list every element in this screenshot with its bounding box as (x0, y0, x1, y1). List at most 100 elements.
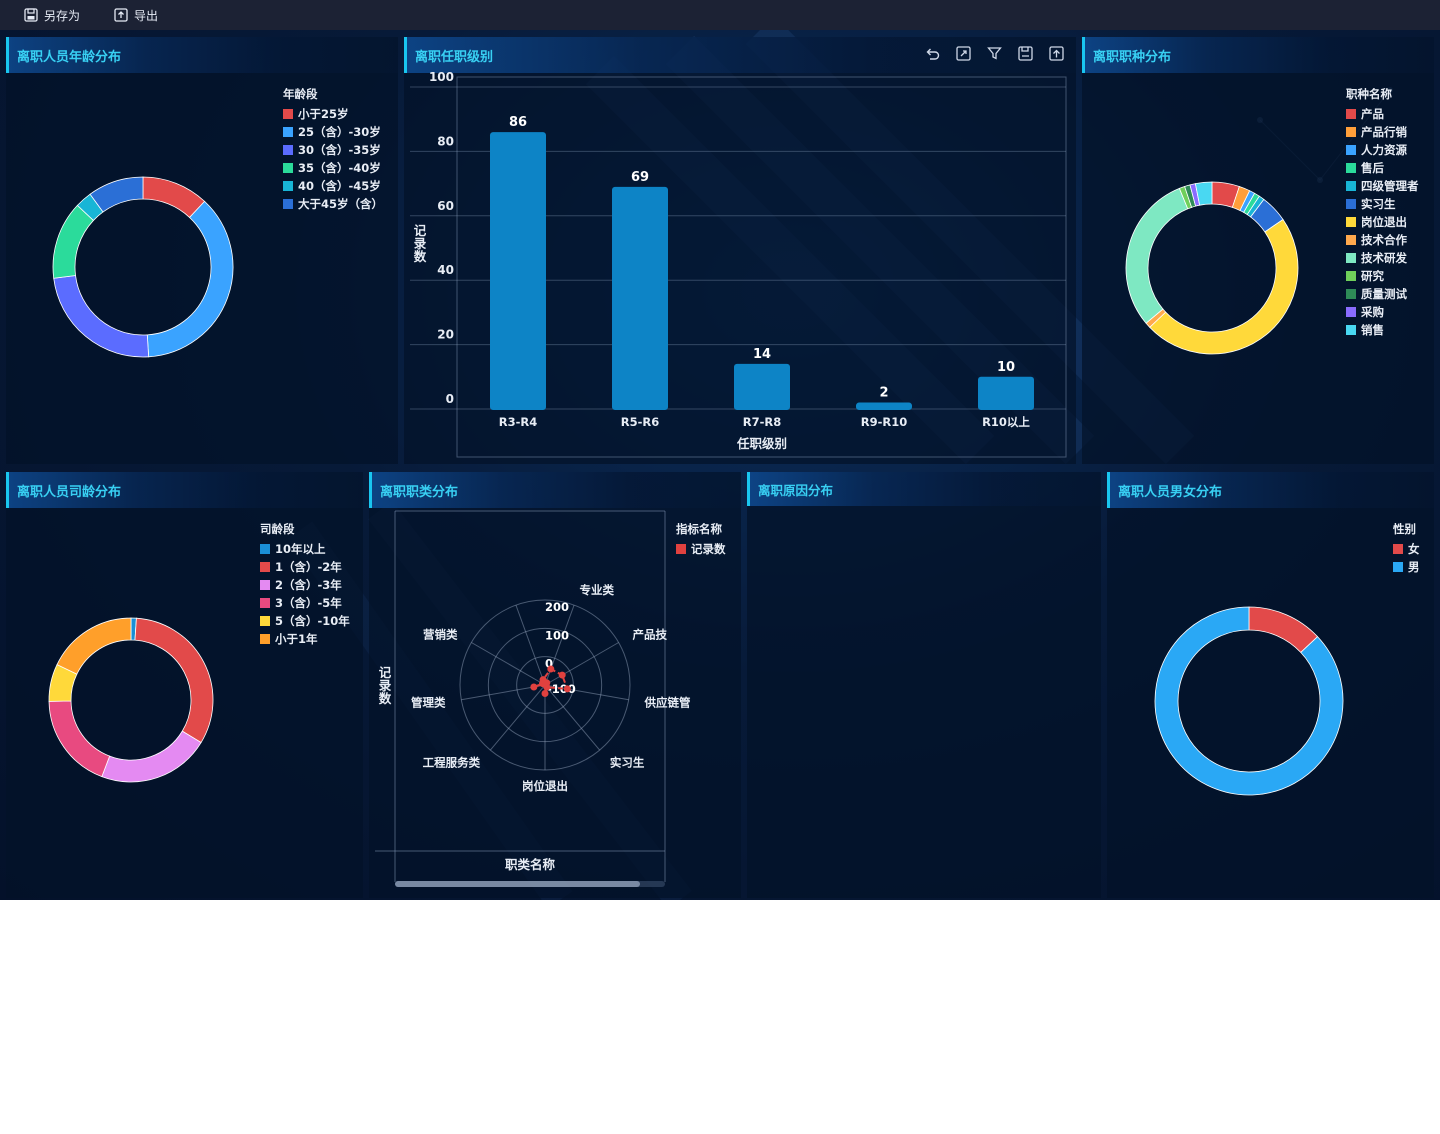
radar-indicator-label: 工程服务类 (423, 755, 481, 769)
legend-title: 司龄段 (260, 522, 295, 536)
panel-title-bar: 离职人员年龄分布 (6, 37, 398, 73)
scrollbar-thumb[interactable] (395, 881, 640, 887)
donut-slice[interactable] (53, 275, 150, 358)
legend-label: 男 (1408, 560, 1420, 574)
legend-swatch (283, 109, 293, 119)
panel-title-bar: 离职人员男女分布 (1107, 472, 1434, 508)
legend-item[interactable]: 10年以上 (260, 540, 350, 558)
legend-title: 年龄段 (283, 87, 318, 101)
radar-point[interactable] (539, 676, 547, 684)
bar[interactable] (734, 363, 790, 410)
legend-item[interactable]: 销售 (1346, 321, 1419, 339)
x-axis-label: 职类名称 (505, 857, 556, 872)
top-toolbar: 另存为 导出 (0, 0, 1440, 30)
export-icon (114, 8, 128, 22)
y-axis-label-char: 数 (378, 691, 392, 706)
y-tick-label: 80 (437, 134, 454, 148)
legend-item[interactable]: 记录数 (676, 540, 726, 558)
legend-item[interactable]: 40（含）-45岁 (283, 177, 383, 195)
radar-legend: 指标名称 记录数 (676, 520, 726, 558)
legend-label: 采购 (1361, 305, 1384, 319)
legend-item[interactable]: 技术合作 (1346, 231, 1419, 249)
export-button[interactable]: 导出 (114, 7, 158, 24)
legend-item[interactable]: 技术研发 (1346, 249, 1419, 267)
legend-swatch (260, 562, 270, 572)
donut-slice[interactable] (146, 200, 234, 358)
radar-point[interactable] (558, 671, 566, 679)
legend-label: 实习生 (1361, 197, 1396, 211)
panel-title: 离职人员男女分布 (1118, 485, 1223, 500)
bar-value-label: 14 (753, 347, 771, 362)
legend-label: 25（含）-30岁 (298, 125, 381, 139)
x-tick-label: R9-R10 (861, 415, 908, 429)
y-tick-label: 0 (446, 392, 454, 406)
bar[interactable] (490, 132, 546, 410)
legend-item[interactable]: 30（含）-35岁 (283, 141, 383, 159)
legend-swatch (1346, 289, 1356, 299)
bar-value-label: 2 (879, 386, 888, 401)
donut-slice[interactable] (1248, 606, 1319, 653)
save-as-button[interactable]: 另存为 (24, 7, 80, 24)
bar[interactable] (856, 402, 912, 410)
legend-swatch (260, 634, 270, 644)
legend-item[interactable]: 男 (1393, 558, 1420, 576)
legend-item[interactable]: 采购 (1346, 303, 1419, 321)
radar-indicator-label: 供应链管 (643, 696, 690, 710)
donut-slice[interactable] (52, 204, 94, 279)
legend-item[interactable]: 售后 (1346, 159, 1419, 177)
radar-point[interactable] (547, 665, 555, 673)
legend-item[interactable]: 人力资源 (1346, 141, 1419, 159)
export-label: 导出 (134, 8, 159, 23)
legend-item[interactable]: 25（含）-30岁 (283, 123, 383, 141)
legend-item[interactable]: 35（含）-40岁 (283, 159, 383, 177)
bar[interactable] (612, 186, 668, 410)
legend-swatch (1346, 181, 1356, 191)
legend-item[interactable]: 2（含）-3年 (260, 576, 350, 594)
legend-item[interactable]: 岗位退出 (1346, 213, 1419, 231)
legend-item[interactable]: 四级管理者 (1346, 177, 1419, 195)
panel-title: 离职人员司龄分布 (17, 485, 122, 500)
donut-slice[interactable] (48, 700, 111, 778)
legend-item[interactable]: 1（含）-2年 (260, 558, 350, 576)
job-type-legend: 职种名称 产品 产品行销 人力资源 售后 四级管理者 实习生 岗位退出 技术合作 技术研发 研究质… (1346, 85, 1419, 339)
donut-slice[interactable] (1125, 187, 1189, 324)
legend-item[interactable]: 产品 (1346, 105, 1419, 123)
radar-point[interactable] (530, 683, 538, 691)
legend-label: 女 (1408, 542, 1420, 556)
legend-item[interactable]: 小于25岁 (283, 105, 383, 123)
donut-slice[interactable] (1149, 218, 1299, 355)
legend-item[interactable]: 产品行销 (1346, 123, 1419, 141)
legend-label: 1（含）-2年 (275, 560, 342, 574)
radar-point[interactable] (541, 690, 549, 697)
legend-item[interactable]: 质量测试 (1346, 285, 1419, 303)
legend-label: 40（含）-45岁 (298, 179, 381, 193)
legend-item[interactable]: 大于45岁（含） (283, 195, 383, 213)
x-axis-label: 任职级别 (736, 436, 787, 451)
radar-point[interactable] (563, 685, 571, 693)
legend-item[interactable]: 女 (1393, 540, 1420, 558)
age-donut-chart (52, 176, 234, 358)
donut-slice[interactable] (56, 617, 132, 675)
panel-title-bar: 离职原因分布 (747, 472, 1101, 506)
panel-category-radar: 离职职类分布 专业类 产品技 供应链管 实习生 岗位退出 工程服务类 管理类 营销类 -100 0… (369, 472, 741, 898)
y-tick-label: 60 (437, 199, 454, 213)
bar[interactable] (978, 376, 1034, 410)
legend-item[interactable]: 实习生 (1346, 195, 1419, 213)
radar-indicator-label: 岗位退出 (522, 779, 568, 793)
panel-title-bar: 离职职种分布 (1082, 37, 1434, 73)
radar-spoke (544, 642, 619, 686)
legend-item[interactable]: 3（含）-5年 (260, 594, 350, 612)
panel-title: 离职职种分布 (1093, 50, 1172, 65)
legend-item[interactable]: 研究 (1346, 267, 1419, 285)
bar-value-label: 86 (509, 115, 527, 130)
panel-title-bar: 离职人员司龄分布 (6, 472, 363, 508)
donut-slice[interactable] (101, 730, 202, 783)
radar-spoke (471, 642, 546, 686)
tenure-legend: 司龄段 10年以上 1（含）-2年 2（含）-3年 3（含）-5年 5（含）-10年 小于… (260, 520, 350, 648)
legend-item[interactable]: 小于1年 (260, 630, 350, 648)
donut-slice[interactable] (134, 617, 214, 744)
legend-label: 技术合作 (1361, 233, 1407, 247)
radar-indicator-label: 营销类 (423, 628, 458, 642)
radar-tick-label: 100 (545, 628, 569, 642)
legend-item[interactable]: 5（含）-10年 (260, 612, 350, 630)
